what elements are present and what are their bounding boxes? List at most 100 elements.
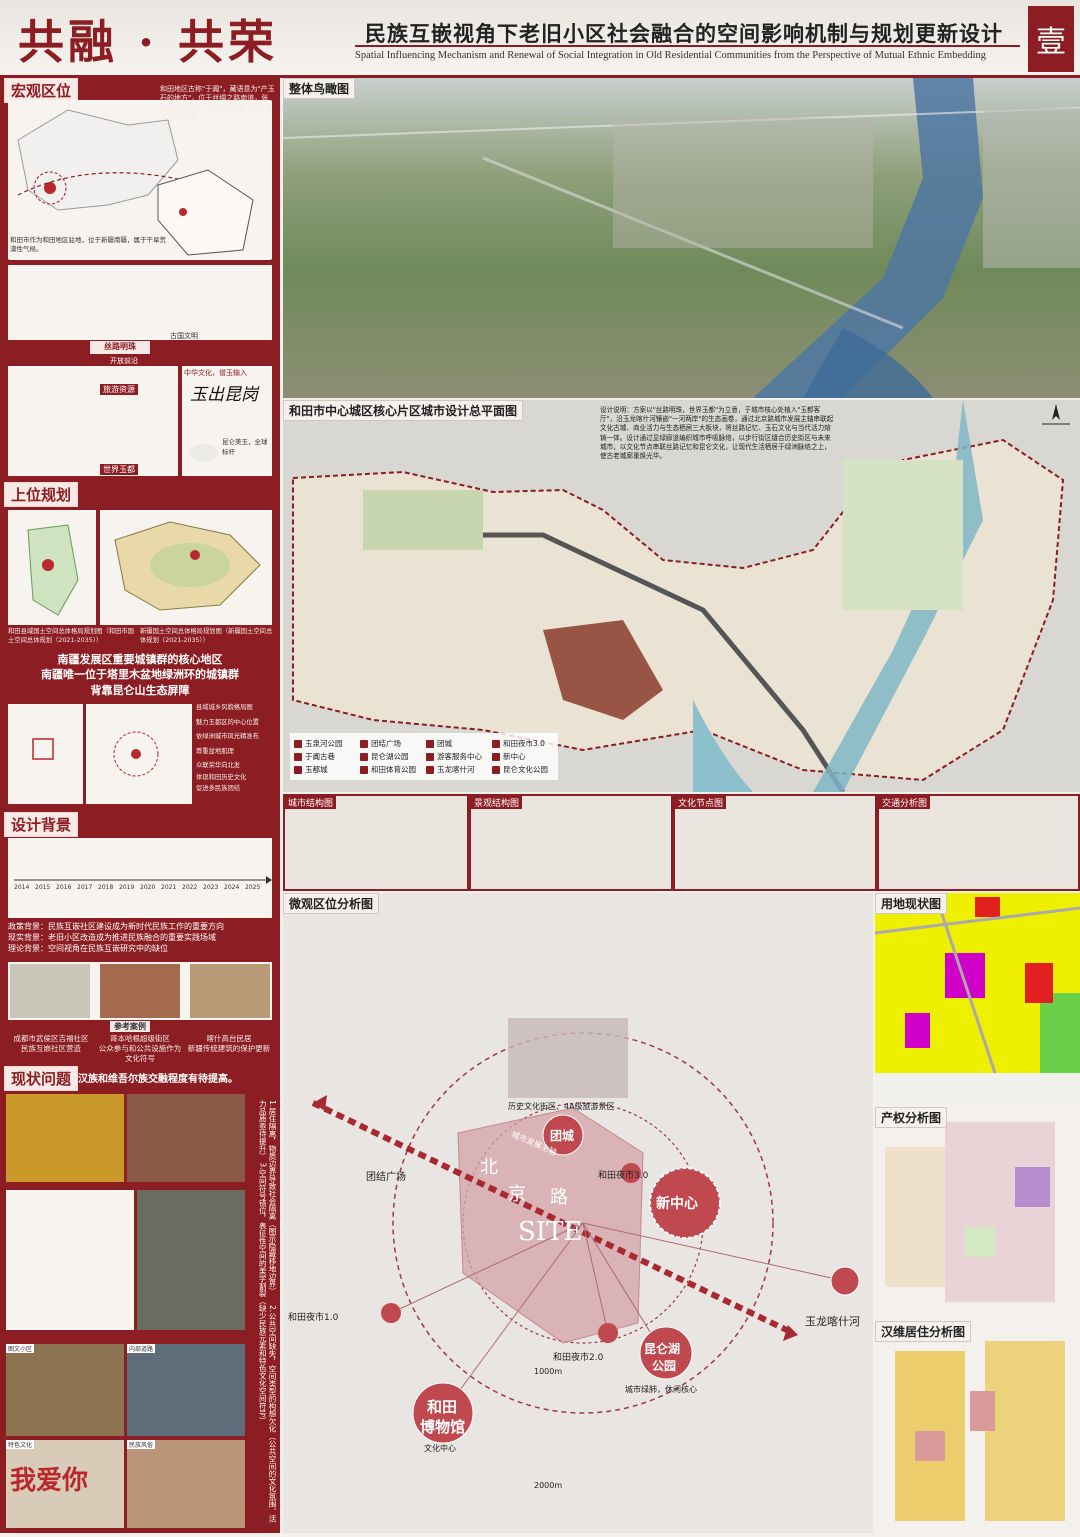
history-buildings [508, 1018, 628, 1098]
west-park [363, 490, 483, 550]
city-road-map [86, 704, 192, 804]
history-label: 历史文化街区、4A级旅游景区 [508, 1102, 615, 1111]
photo-tag: 内部道路 [127, 1344, 156, 1353]
east-park [843, 460, 963, 610]
legend-item: 团结广场 [360, 738, 420, 749]
problem-item: 1.居住隔离，物质边界导致社会隔离（图示隐藏移地边界） [268, 1100, 277, 1295]
side-note: 促进多民族团结 [196, 785, 241, 792]
county-green-zone [27, 524, 79, 616]
tourism-panel [8, 366, 178, 476]
legend-marker [360, 765, 368, 774]
problem-list: 1.居住隔离，物质边界导致社会隔离（图示隐藏移地边界） 2.公共空间缺失，空间类… [249, 1100, 277, 1525]
city-road-graphic [113, 731, 159, 777]
legend-label: 新中心 [503, 752, 526, 761]
side-note: 县域城乡风貌格局图 [196, 704, 253, 711]
timeline-year: 2022 [182, 884, 198, 891]
timeline-year: 2016 [56, 884, 72, 891]
silk-road-panel [8, 265, 272, 340]
xinjiang-outline [17, 109, 179, 211]
plan-center-marker [190, 550, 200, 560]
museum-label: 和田 [427, 1398, 458, 1416]
planning-highlights: 南疆发展区重要城镇群的核心地区 南疆唯一位于塔里木盆地绿洲环的城镇群 背靠昆仑山… [8, 652, 272, 698]
tuancheng-label: 团城 [550, 1129, 575, 1143]
legend-marker [492, 765, 500, 774]
legend-label: 和田夜市3.0 [503, 739, 545, 748]
kunlun-label: 公园 [652, 1359, 677, 1373]
city-description: 和田市作为和田地区驻地，位于新疆南疆，属于干旱荒漠性气候。 [10, 236, 166, 253]
hotan-city-marker [179, 208, 187, 216]
core-area-box [32, 738, 54, 760]
tab-landscape-structure: 景观结构图 [471, 796, 523, 809]
planning-side-notes: 县域城乡风貌格局图 魅力玉都区的中心位置 依绿洲城市风光精准布 尊重盆地肌理 众… [196, 704, 276, 794]
beijing-road-char: 路 [550, 1187, 568, 1208]
county-center-marker [42, 559, 54, 571]
night-market-1-label: 和田夜市1.0 [288, 1313, 339, 1323]
night-market-2-node [598, 1323, 618, 1343]
timeline-year: 2024 [224, 884, 240, 891]
case-caption: 成都市武侯区吉福社区 民族互嵌社区营造 [13, 1034, 89, 1054]
culture-node-map [675, 796, 875, 889]
case-caption: 喀什高台民居 新疆传统建筑的保护更新 [187, 1034, 271, 1054]
case-photo-1 [10, 964, 90, 1018]
yulong-river-node [830, 1266, 860, 1296]
legend-item: 和田体育公园 [360, 764, 420, 775]
yulong-river-label: 玉龙喀什河 [805, 1315, 860, 1328]
side-note: 尊重盆地肌理 [196, 747, 234, 755]
sheet-number-badge: 壹 [1028, 6, 1074, 72]
han-uyghur-title: 汉维居住分析图 [875, 1321, 972, 1342]
case-title: 参考案例 [110, 1021, 150, 1032]
han-uyghur-map [875, 1321, 1080, 1533]
timeline-year: 2019 [119, 884, 135, 891]
legend-item: 团城 [426, 738, 486, 749]
landscape-structure-map [471, 796, 671, 889]
background-statements: 政策背景：民族互嵌社区建设成为新时代民族工作的重要方向 现实背景：老旧小区改造成… [8, 922, 276, 954]
north-arrow-shape [1052, 404, 1060, 420]
land-commercial [945, 953, 985, 998]
beijing-road-char: 北 [480, 1157, 498, 1178]
world-jade-label: 世界玉都 [100, 464, 138, 475]
legend-marker [294, 765, 302, 774]
legend-label: 团城 [437, 739, 452, 748]
problem-headline: 汉族和维吾尔族交融程度有待提高。 [78, 1074, 238, 1085]
north-arrow [1040, 402, 1072, 432]
legend-label: 玉龙喀什河 [437, 765, 475, 774]
section-upper-planning: 上位规划 [4, 482, 79, 507]
legend-marker [360, 752, 368, 761]
side-note: 体现和田历史文化 [196, 773, 247, 781]
timeline-year: 2017 [77, 884, 93, 891]
unity-square-label: 团结广场 [366, 1172, 406, 1183]
legend-label: 昆仑文化公园 [503, 765, 548, 774]
side-note: 众联荣华向北发 [196, 762, 241, 769]
legend-row: 于阗古巷 昆仑湖公园 游客服务中心 新中心 [294, 751, 554, 762]
tab-traffic-analysis: 交通分析图 [879, 796, 931, 809]
xinjiang-plan-caption: 新疆国土空间总体格局规划图（新疆国土空间总体规划（2021-2035）） [140, 628, 273, 644]
land-use-graphic [874, 892, 1080, 1074]
legend-marker [426, 765, 434, 774]
case-captions: 成都市武侯区吉福社区 民族互嵌社区营造 哥本哈根超级街区 公众参与和公共设施作为文化… [8, 1034, 272, 1064]
hotan-region-outline [157, 169, 254, 256]
aerial-graphic [282, 78, 1080, 398]
section-design-background: 设计背景 [4, 812, 79, 837]
masterplan-description: 设计说明：方案以"丝路明珠，世界玉都"为立意，于城市核心处植入"玉都客厅"，沿玉… [600, 406, 834, 461]
legend-item: 玉都城 [294, 764, 354, 775]
aerial-view-image [282, 78, 1080, 398]
legend-label: 和田体育公园 [371, 765, 416, 774]
yellow-door-photo [6, 1094, 124, 1182]
legend-label: 昆仑湖公园 [371, 752, 409, 761]
legend-row: 玉泉河公园 团结广场 团城 和田夜市3.0 [294, 738, 554, 749]
legend-marker [294, 739, 302, 748]
legend-row: 玉都城 和田体育公园 玉龙喀什河 昆仑文化公园 [294, 764, 554, 775]
legend-item: 于阗古巷 [294, 751, 354, 762]
highlight-line-3: 背靠昆仑山生态屏障 [90, 683, 190, 697]
timeline-year: 2025 [245, 884, 261, 891]
land-public [1025, 963, 1053, 1003]
property-zone [1015, 1167, 1050, 1207]
axis-arrow-west [313, 1095, 327, 1111]
case-photo-3 [190, 964, 270, 1018]
timeline-year: 2014 [14, 884, 30, 891]
land-green [1040, 993, 1080, 1073]
tab-city-structure: 城市结构图 [285, 796, 337, 809]
legend-marker [426, 739, 434, 748]
page-subtitle: Spatial Influencing Mechanism and Renewa… [355, 50, 987, 61]
north-arrow-icon [1042, 404, 1070, 425]
